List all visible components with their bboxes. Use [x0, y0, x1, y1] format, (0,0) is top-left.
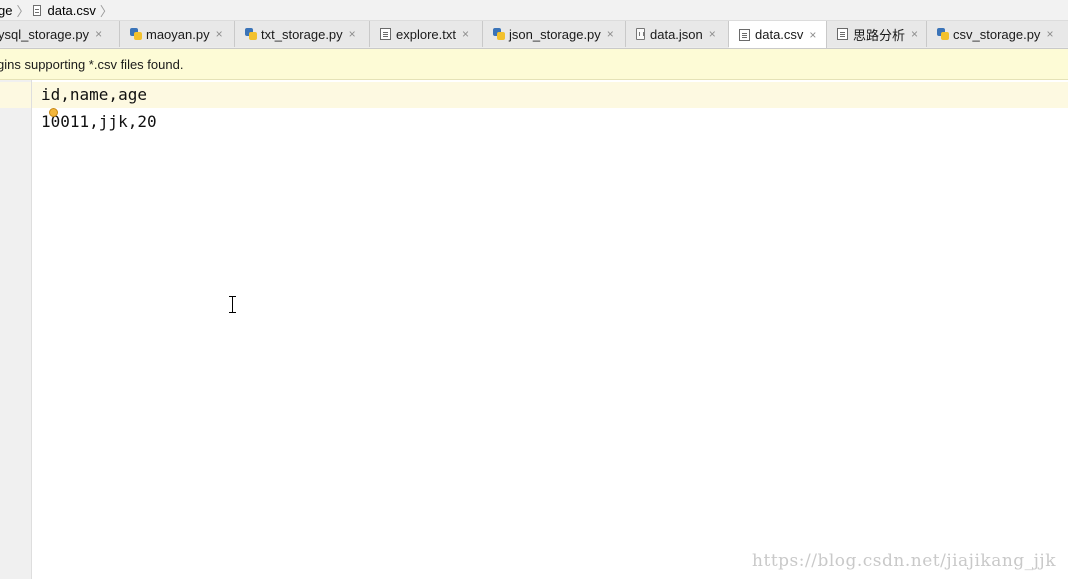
- python-file-icon: [130, 28, 142, 40]
- tab-label: txt_storage.py: [261, 26, 343, 42]
- code-editor[interactable]: id,name,age 10011,jjk,20: [0, 80, 1068, 579]
- tab-analysis[interactable]: 思路分析 ×: [827, 21, 927, 47]
- editor-tab-bar: ysql_storage.py × maoyan.py × txt_storag…: [0, 21, 1068, 49]
- chevron-right-icon: 〉: [16, 3, 30, 19]
- close-icon[interactable]: ×: [911, 27, 918, 41]
- close-icon[interactable]: ×: [1046, 27, 1053, 41]
- breadcrumb-label: ge: [0, 2, 13, 18]
- python-file-icon: [937, 28, 949, 40]
- tab-label: 思路分析: [853, 27, 906, 43]
- editor-line[interactable]: 10011,jjk,20: [32, 109, 1068, 135]
- watermark: https://blog.csdn.net/jiajikang_jjk: [752, 551, 1056, 571]
- line-gutter[interactable]: [0, 80, 32, 579]
- close-icon[interactable]: ×: [607, 27, 614, 41]
- text-file-icon: [837, 28, 848, 40]
- text-file-icon: [739, 28, 750, 41]
- tab-label: csv_storage.py: [953, 26, 1041, 42]
- tab-label: explore.txt: [396, 26, 456, 42]
- tab-maoyan[interactable]: maoyan.py ×: [120, 21, 235, 47]
- json-file-icon: [636, 28, 645, 40]
- tab-data-csv[interactable]: data.csv ×: [729, 21, 827, 48]
- breadcrumb: ge 〉 data.csv 〉: [0, 0, 1068, 21]
- text-file-icon: [33, 4, 42, 16]
- close-icon[interactable]: ×: [349, 27, 356, 41]
- breadcrumb-item-file[interactable]: data.csv: [33, 0, 96, 20]
- tab-label: maoyan.py: [146, 26, 210, 42]
- tab-json-storage[interactable]: json_storage.py ×: [483, 21, 626, 47]
- tab-mysql-storage[interactable]: ysql_storage.py ×: [0, 21, 120, 47]
- tab-txt-storage[interactable]: txt_storage.py ×: [235, 21, 370, 47]
- plugin-notification-banner: gins supporting *.csv files found.: [0, 49, 1068, 80]
- notification-text: gins supporting *.csv files found.: [0, 56, 184, 72]
- text-file-icon: [380, 28, 391, 40]
- tab-label: ysql_storage.py: [0, 26, 90, 42]
- close-icon[interactable]: ×: [95, 27, 102, 41]
- breadcrumb-item-folder[interactable]: ge: [0, 0, 12, 20]
- close-icon[interactable]: ×: [462, 27, 469, 41]
- tab-data-json[interactable]: data.json ×: [626, 21, 729, 47]
- tab-explore[interactable]: explore.txt ×: [370, 21, 483, 47]
- chevron-right-icon: 〉: [99, 3, 113, 19]
- gutter-current-line: [0, 82, 31, 108]
- python-file-icon: [245, 28, 257, 40]
- tab-label: json_storage.py: [509, 26, 601, 42]
- close-icon[interactable]: ×: [216, 27, 223, 41]
- breadcrumb-label: data.csv: [47, 2, 96, 18]
- close-icon[interactable]: ×: [709, 27, 716, 41]
- close-icon[interactable]: ×: [809, 28, 816, 42]
- lightbulb-icon[interactable]: [49, 108, 58, 117]
- python-file-icon: [493, 28, 505, 40]
- tab-csv-storage[interactable]: csv_storage.py ×: [927, 21, 1068, 47]
- text-cursor-icon: [227, 296, 239, 313]
- tab-label: data.json: [650, 26, 703, 42]
- tab-label: data.csv: [755, 27, 804, 42]
- editor-line[interactable]: id,name,age: [32, 82, 1068, 108]
